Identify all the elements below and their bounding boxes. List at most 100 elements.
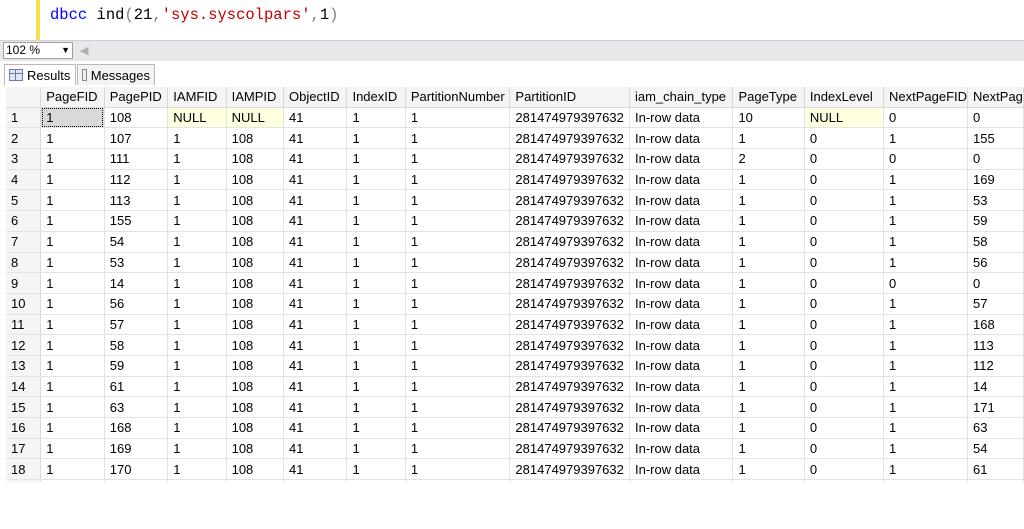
- table-cell[interactable]: 1: [346, 458, 406, 481]
- table-cell[interactable]: In-row data: [629, 458, 734, 481]
- table-cell[interactable]: 41: [283, 293, 348, 315]
- table-row[interactable]: 6 1 155 1 108 41 1 1 281474979397632 In-row data 1…: [6, 210, 1024, 232]
- table-cell[interactable]: 58: [967, 231, 1024, 253]
- table-cell[interactable]: 1: [167, 252, 227, 274]
- table-cell[interactable]: 41: [283, 107, 348, 129]
- table-cell[interactable]: 281474979397632: [509, 376, 630, 398]
- table-cell[interactable]: 56: [104, 293, 169, 315]
- table-cell[interactable]: 1: [732, 438, 805, 460]
- table-cell[interactable]: 1: [346, 148, 406, 170]
- table-cell[interactable]: 41: [283, 231, 348, 253]
- table-cell[interactable]: 1: [167, 314, 227, 336]
- table-cell[interactable]: 171: [967, 396, 1024, 418]
- table-cell[interactable]: 281474979397632: [509, 458, 630, 481]
- table-cell[interactable]: 1: [167, 376, 227, 398]
- table-cell[interactable]: 1: [405, 417, 511, 439]
- table-cell[interactable]: 41: [283, 252, 348, 274]
- table-cell[interactable]: 41: [283, 127, 348, 150]
- table-row[interactable]: 11 1 57 1 108 41 1 1 281474979397632 In-row data 1…: [6, 314, 1024, 336]
- table-cell[interactable]: 41: [283, 417, 348, 439]
- table-cell[interactable]: 1: [405, 272, 511, 294]
- table-cell[interactable]: 1: [883, 293, 969, 315]
- row-number[interactable]: 7: [6, 231, 42, 253]
- table-row[interactable]: 1 1 108 NULL NULL 41 1 1 281474979397632 In-row d…: [6, 107, 1024, 129]
- table-row[interactable]: 19117111084111281474979397632In-row data…: [6, 479, 1024, 482]
- table-cell[interactable]: 57: [104, 314, 169, 336]
- table-cell[interactable]: NULL: [804, 107, 885, 129]
- table-cell[interactable]: 41: [283, 355, 348, 377]
- table-cell[interactable]: 1: [732, 169, 805, 191]
- table-cell[interactable]: 1: [167, 458, 227, 481]
- table-cell[interactable]: In-row data: [629, 479, 734, 482]
- table-cell[interactable]: 1: [40, 376, 105, 398]
- table-cell[interactable]: 155: [967, 127, 1024, 150]
- table-cell[interactable]: 1: [732, 189, 805, 212]
- table-cell[interactable]: 1: [883, 479, 969, 482]
- table-cell[interactable]: 171: [104, 479, 169, 482]
- table-cell[interactable]: 1: [405, 314, 511, 336]
- table-row[interactable]: 16 1 168 1 108 41 1 1 281474979397632 In-row data…: [6, 417, 1024, 439]
- table-cell[interactable]: 14: [104, 272, 169, 294]
- table-cell[interactable]: 1: [40, 210, 105, 232]
- table-cell[interactable]: 1: [883, 438, 969, 460]
- table-cell[interactable]: 0: [804, 438, 885, 460]
- table-cell[interactable]: 108: [226, 396, 285, 418]
- row-number[interactable]: 3: [6, 148, 42, 170]
- table-cell[interactable]: 0: [804, 396, 885, 418]
- table-cell[interactable]: 108: [226, 189, 285, 212]
- table-cell[interactable]: 281474979397632: [509, 417, 630, 439]
- table-cell[interactable]: 281474979397632: [509, 107, 630, 129]
- table-cell[interactable]: 1: [346, 314, 406, 336]
- table-cell[interactable]: 1: [346, 293, 406, 315]
- grid-corner[interactable]: [6, 87, 42, 108]
- table-cell[interactable]: 0: [804, 189, 885, 212]
- table-cell[interactable]: 1: [405, 189, 511, 212]
- table-cell[interactable]: 0: [804, 334, 885, 356]
- table-cell[interactable]: 112: [967, 355, 1024, 377]
- table-cell[interactable]: In-row data: [629, 127, 734, 150]
- table-cell[interactable]: 0: [804, 169, 885, 191]
- table-cell[interactable]: 1: [346, 169, 406, 191]
- table-cell[interactable]: 1: [883, 314, 969, 336]
- table-cell[interactable]: 1: [732, 210, 805, 232]
- table-cell[interactable]: 1: [346, 252, 406, 274]
- table-cell[interactable]: 1: [346, 334, 406, 356]
- table-cell[interactable]: 41: [283, 148, 348, 170]
- table-cell[interactable]: 41: [283, 189, 348, 212]
- table-cell[interactable]: 56: [967, 252, 1024, 274]
- table-cell[interactable]: 1: [40, 479, 105, 482]
- table-cell[interactable]: In-row data: [629, 438, 734, 460]
- table-cell[interactable]: 0: [804, 458, 885, 481]
- table-cell[interactable]: 1: [167, 293, 227, 315]
- table-cell[interactable]: In-row data: [629, 396, 734, 418]
- table-cell[interactable]: 41: [283, 334, 348, 356]
- table-row[interactable]: 10 1 56 1 108 41 1 1 281474979397632 In-row data 1…: [6, 293, 1024, 315]
- table-cell[interactable]: 61: [967, 458, 1024, 481]
- table-cell[interactable]: 1: [346, 107, 406, 129]
- table-cell[interactable]: 53: [967, 189, 1024, 212]
- table-cell[interactable]: 108: [226, 334, 285, 356]
- table-row[interactable]: 8 1 53 1 108 41 1 1 281474979397632 In-row data 1 0…: [6, 252, 1024, 274]
- table-cell[interactable]: 57: [967, 293, 1024, 315]
- table-cell[interactable]: 1: [40, 396, 105, 418]
- table-cell[interactable]: 108: [226, 355, 285, 377]
- table-cell[interactable]: 170: [967, 479, 1024, 482]
- table-cell[interactable]: 1: [883, 252, 969, 274]
- table-cell[interactable]: 41: [283, 396, 348, 418]
- table-cell[interactable]: 1: [167, 148, 227, 170]
- table-cell[interactable]: 281474979397632: [509, 189, 630, 212]
- zoom-dropdown[interactable]: 102 % ▼: [3, 42, 73, 59]
- table-cell[interactable]: 0: [804, 355, 885, 377]
- table-row[interactable]: 2 1 107 1 108 41 1 1 281474979397632 In-row data 1…: [6, 127, 1024, 150]
- table-cell[interactable]: 1: [167, 334, 227, 356]
- table-cell[interactable]: 1: [732, 334, 805, 356]
- table-cell[interactable]: 281474979397632: [509, 169, 630, 191]
- table-cell[interactable]: 1: [405, 458, 511, 481]
- table-cell[interactable]: 1: [346, 210, 406, 232]
- row-number[interactable]: 13: [6, 355, 42, 377]
- table-cell[interactable]: 1: [732, 376, 805, 398]
- table-cell[interactable]: 0: [967, 148, 1024, 170]
- table-cell[interactable]: 1: [40, 127, 105, 150]
- column-header[interactable]: PageFID: [40, 87, 105, 108]
- table-cell[interactable]: 170: [104, 458, 169, 481]
